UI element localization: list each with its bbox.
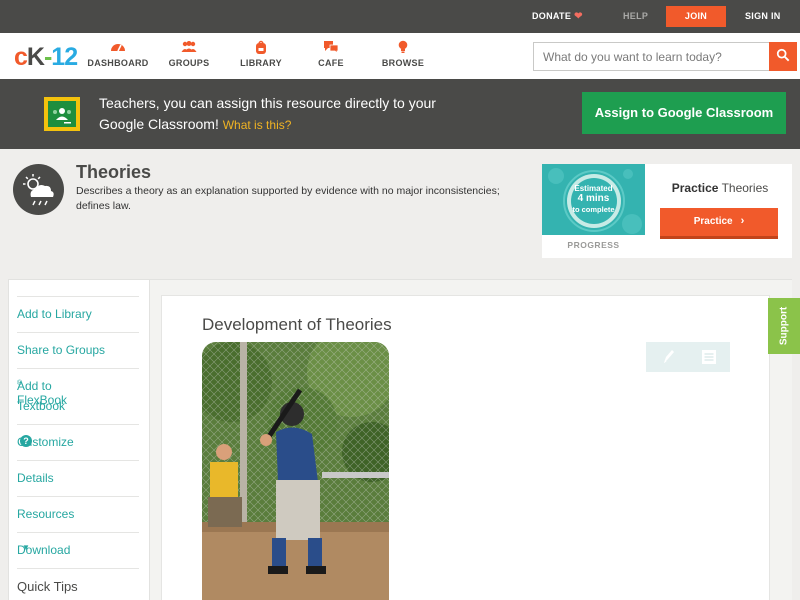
help-link[interactable]: HELP bbox=[623, 0, 648, 33]
article-title: Development of Theories bbox=[202, 315, 392, 334]
progress-visual: Estimated 4 mins to complete bbox=[542, 164, 645, 235]
people-icon bbox=[181, 41, 197, 52]
article-toolbar bbox=[646, 342, 730, 372]
backpack-icon bbox=[256, 40, 266, 54]
speedometer-icon bbox=[111, 44, 125, 52]
help-icon[interactable]: ? bbox=[20, 435, 32, 447]
cloud-sun-rain-icon bbox=[13, 164, 64, 215]
caret-down-icon: ▼ bbox=[22, 543, 30, 552]
notes-button[interactable] bbox=[688, 342, 730, 372]
search-button[interactable] bbox=[769, 42, 797, 71]
search-icon bbox=[776, 48, 790, 62]
practice-button[interactable]: Practice › bbox=[660, 208, 778, 239]
donate-link[interactable]: DONATE ❤ bbox=[532, 0, 583, 33]
google-classroom-banner: Teachers, you can assign this resource d… bbox=[0, 79, 800, 149]
chat-bubbles-icon bbox=[324, 41, 339, 54]
main-header: cK-12 DASHBOARD GROUPS LIBRARY CAFE BROW… bbox=[0, 33, 800, 79]
google-classroom-icon bbox=[44, 97, 80, 131]
estimate-minutes: 4 mins bbox=[577, 193, 610, 204]
quick-tips-heading: Quick Tips bbox=[17, 568, 139, 600]
nav-dashboard[interactable]: DASHBOARD bbox=[87, 40, 149, 74]
nav-library[interactable]: LIBRARY bbox=[238, 40, 284, 74]
chevron-right-icon: › bbox=[740, 215, 745, 227]
share-to-groups-link[interactable]: Share to Groups bbox=[17, 332, 139, 368]
ck12-logo[interactable]: cK-12 bbox=[14, 43, 78, 72]
progress-label: PROGRESS bbox=[567, 240, 620, 250]
estimate-line-1: Estimated bbox=[574, 184, 613, 193]
nav-cafe[interactable]: CAFE bbox=[314, 40, 348, 74]
customize-link[interactable]: Customize? bbox=[17, 424, 139, 460]
nav-groups[interactable]: GROUPS bbox=[166, 40, 212, 74]
sidebar: Add to Library Share to Groups Add to Fl… bbox=[8, 279, 150, 600]
search-input[interactable] bbox=[533, 42, 770, 71]
classroom-message: Teachers, you can assign this resource d… bbox=[99, 95, 436, 132]
donate-label: DONATE bbox=[532, 11, 572, 21]
edit-button[interactable] bbox=[646, 342, 688, 372]
baseball-batter-photo bbox=[202, 342, 389, 600]
download-link[interactable]: Download ▼ bbox=[17, 532, 139, 568]
notes-icon bbox=[702, 350, 716, 364]
join-button[interactable]: JOIN bbox=[666, 6, 726, 27]
resources-link[interactable]: Resources bbox=[17, 496, 139, 532]
add-to-library-link[interactable]: Add to Library bbox=[17, 296, 139, 332]
practice-card: Estimated 4 mins to complete PROGRESS Pr… bbox=[542, 164, 792, 258]
top-utility-bar: DONATE ❤ HELP JOIN SIGN IN bbox=[0, 0, 800, 33]
sign-in-link[interactable]: SIGN IN bbox=[745, 0, 781, 33]
pencil-icon bbox=[664, 350, 674, 363]
lightbulb-icon bbox=[398, 40, 408, 53]
nav-browse[interactable]: BROWSE bbox=[380, 40, 426, 74]
estimate-line-3: to complete bbox=[572, 205, 615, 214]
support-tab[interactable]: Support bbox=[768, 298, 800, 354]
what-is-this-link[interactable]: What is this? bbox=[223, 118, 292, 132]
heart-icon: ❤ bbox=[574, 11, 583, 22]
add-to-flexbook-link[interactable]: Add to FlexBook ® Textbook bbox=[17, 368, 139, 424]
practice-heading: Practice Theories bbox=[671, 181, 769, 195]
concept-description: Describes a theory as an explanation sup… bbox=[76, 185, 500, 212]
assign-to-classroom-button[interactable]: Assign to Google Classroom bbox=[582, 92, 786, 134]
concept-title: Theories bbox=[76, 162, 152, 182]
details-link[interactable]: Details bbox=[17, 460, 139, 496]
